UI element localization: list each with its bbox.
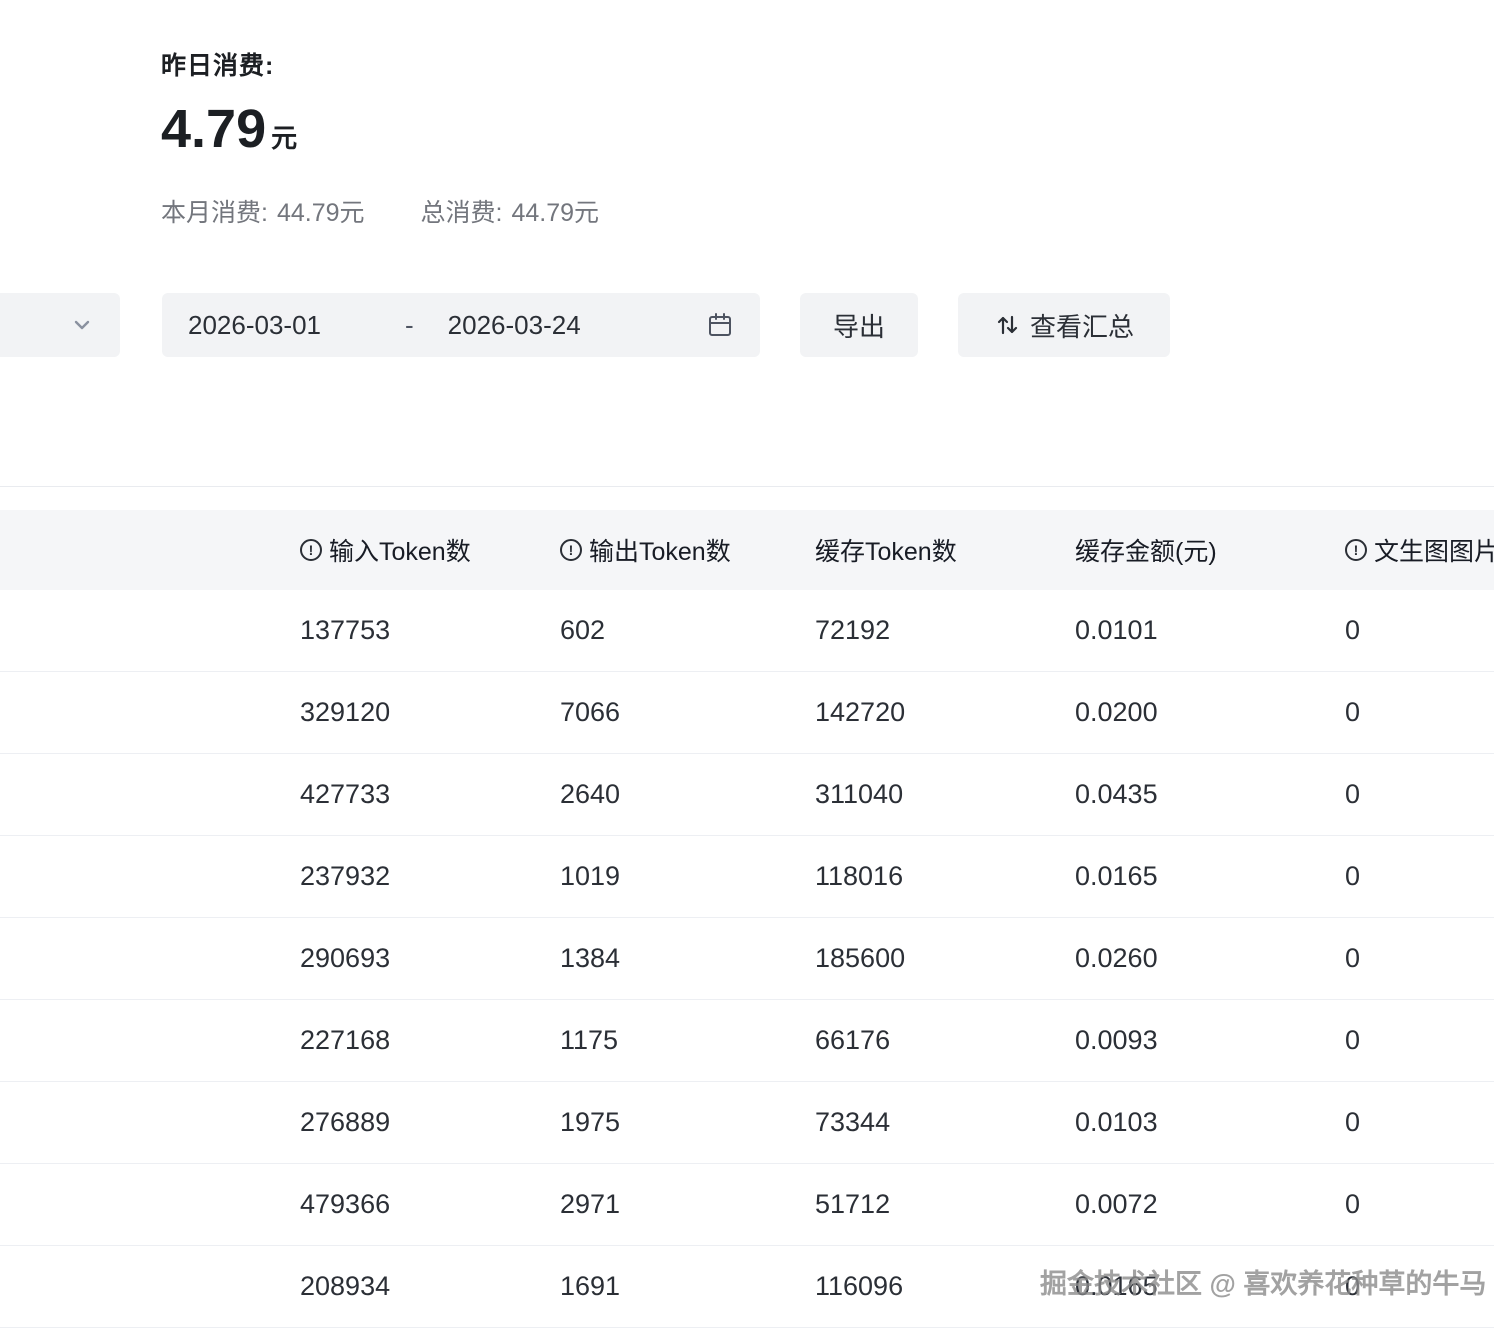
table-cell-output-tokens: 1975: [560, 1107, 815, 1138]
table-cell-cache-amount: 0.0165: [1075, 861, 1345, 892]
table-row: 2271681175661760.00930: [0, 1000, 1494, 1082]
table-cell-text-to-image-images: 0: [1345, 697, 1494, 728]
table-cell-output-tokens: 2971: [560, 1189, 815, 1220]
date-end[interactable]: 2026-03-24: [448, 310, 581, 341]
table-cell-input-tokens: 290693: [300, 943, 560, 974]
table-cell-text-to-image-images: 0: [1345, 1189, 1494, 1220]
table-cell-cache-amount: 0.0200: [1075, 697, 1345, 728]
table-cell-cached-tokens: 66176: [815, 1025, 1075, 1056]
table-cell-input-tokens: 237932: [300, 861, 560, 892]
table-cell-cache-amount: 0.0072: [1075, 1189, 1345, 1220]
table-cell-cached-tokens: 185600: [815, 943, 1075, 974]
table-cell-text-to-image-images: 0: [1345, 615, 1494, 646]
yesterday-consumption-value: 4.79元: [161, 100, 599, 159]
table-cell-cached-tokens: 73344: [815, 1107, 1075, 1138]
table-cell-input-tokens: 427733: [300, 779, 560, 810]
consumption-summary: 昨日消费: 4.79元 本月消费: 44.79元 总消费: 44.79元: [161, 46, 599, 229]
table-cell-cached-tokens: 116096: [815, 1271, 1075, 1302]
column-header-cached-tokens: 缓存Token数: [815, 532, 1075, 568]
table-row: 137753602721920.01010: [0, 590, 1494, 672]
total-consumption-label: 总消费:: [421, 199, 503, 227]
table-cell-input-tokens: 276889: [300, 1107, 560, 1138]
table-cell-output-tokens: 2640: [560, 779, 815, 810]
column-header-label: 输入Token数: [329, 532, 471, 568]
column-header-label: 输出Token数: [589, 532, 731, 568]
date-start[interactable]: 2026-03-01: [188, 310, 321, 341]
table-cell-text-to-image-images: 0: [1345, 943, 1494, 974]
table-cell-output-tokens: 602: [560, 615, 815, 646]
table-row: 23793210191180160.01650: [0, 836, 1494, 918]
table-cell-cache-amount: 0.0101: [1075, 615, 1345, 646]
yesterday-amount: 4.79: [161, 99, 266, 159]
export-button[interactable]: 导出: [800, 293, 918, 357]
info-icon[interactable]: !: [300, 539, 322, 561]
table-cell-cache-amount: 0.0093: [1075, 1025, 1345, 1056]
table-cell-output-tokens: 1175: [560, 1025, 815, 1056]
table-cell-output-tokens: 1384: [560, 943, 815, 974]
sort-icon: [994, 312, 1020, 338]
table-row: 32912070661427200.02000: [0, 672, 1494, 754]
table-row: 2768891975733440.01030: [0, 1082, 1494, 1164]
table-cell-cache-amount: 0.0165: [1075, 1271, 1345, 1302]
month-consumption-label: 本月消费:: [161, 199, 268, 227]
column-header-cache-amount: 缓存金额(元): [1075, 532, 1345, 568]
table-cell-input-tokens: 137753: [300, 615, 560, 646]
table-cell-input-tokens: 227168: [300, 1025, 560, 1056]
table-cell-text-to-image-images: 0: [1345, 861, 1494, 892]
table-cell-output-tokens: 1691: [560, 1271, 815, 1302]
table-row: 29069313841856000.02600: [0, 918, 1494, 1000]
total-consumption: 总消费: 44.79元: [421, 193, 600, 229]
table-cell-input-tokens: 479366: [300, 1189, 560, 1220]
table-cell-text-to-image-images: 0: [1345, 1107, 1494, 1138]
column-header-input-tokens: ! 输入Token数: [300, 532, 560, 568]
table-cell-text-to-image-images: 0: [1345, 779, 1494, 810]
table-cell-input-tokens: 329120: [300, 697, 560, 728]
table-cell-cache-amount: 0.0260: [1075, 943, 1345, 974]
table-cell-output-tokens: 7066: [560, 697, 815, 728]
info-icon[interactable]: !: [560, 539, 582, 561]
table-cell-text-to-image-images: 0: [1345, 1271, 1494, 1302]
usage-table: ! 输入Token数! 输出Token数 缓存Token数 缓存金额(元)! 文生图图片 1…: [0, 486, 1494, 1328]
info-icon[interactable]: !: [1345, 539, 1367, 561]
column-header-text-to-image-images: ! 文生图图片: [1345, 532, 1494, 568]
column-header-label: 缓存金额(元): [1075, 532, 1217, 568]
total-consumption-value: 44.79元: [511, 199, 599, 227]
column-header-label: 文生图图片: [1374, 532, 1494, 568]
column-header-label: 缓存Token数: [815, 532, 957, 568]
table-cell-cached-tokens: 51712: [815, 1189, 1075, 1220]
toolbar: 2026-03-01 - 2026-03-24 导出 查看汇总: [0, 293, 1494, 357]
table-cell-cached-tokens: 118016: [815, 861, 1075, 892]
table-header-row: ! 输入Token数! 输出Token数 缓存Token数 缓存金额(元)! 文生图图片: [0, 510, 1494, 590]
date-separator: -: [405, 310, 414, 341]
column-header-output-tokens: ! 输出Token数: [560, 532, 815, 568]
table-cell-output-tokens: 1019: [560, 861, 815, 892]
table-row: 42773326403110400.04350: [0, 754, 1494, 836]
yesterday-unit: 元: [271, 123, 297, 153]
table-cell-cache-amount: 0.0103: [1075, 1107, 1345, 1138]
chevron-down-icon: [70, 313, 94, 337]
view-summary-label: 查看汇总: [1030, 307, 1134, 344]
consumption-sub-stats: 本月消费: 44.79元 总消费: 44.79元: [161, 193, 599, 229]
filter-select[interactable]: [0, 293, 120, 357]
table-row: 4793662971517120.00720: [0, 1164, 1494, 1246]
table-cell-input-tokens: 208934: [300, 1271, 560, 1302]
month-consumption-value: 44.79元: [277, 199, 365, 227]
table-cell-cached-tokens: 72192: [815, 615, 1075, 646]
table-cell-cached-tokens: 311040: [815, 779, 1075, 810]
table-cell-text-to-image-images: 0: [1345, 1025, 1494, 1056]
calendar-icon: [706, 311, 734, 339]
yesterday-consumption-label: 昨日消费:: [161, 46, 599, 82]
month-consumption: 本月消费: 44.79元: [161, 193, 365, 229]
table-cell-cached-tokens: 142720: [815, 697, 1075, 728]
view-summary-button[interactable]: 查看汇总: [958, 293, 1170, 357]
date-range-picker[interactable]: 2026-03-01 - 2026-03-24: [162, 293, 760, 357]
table-cell-cache-amount: 0.0435: [1075, 779, 1345, 810]
table-row: 20893416911160960.01650: [0, 1246, 1494, 1328]
